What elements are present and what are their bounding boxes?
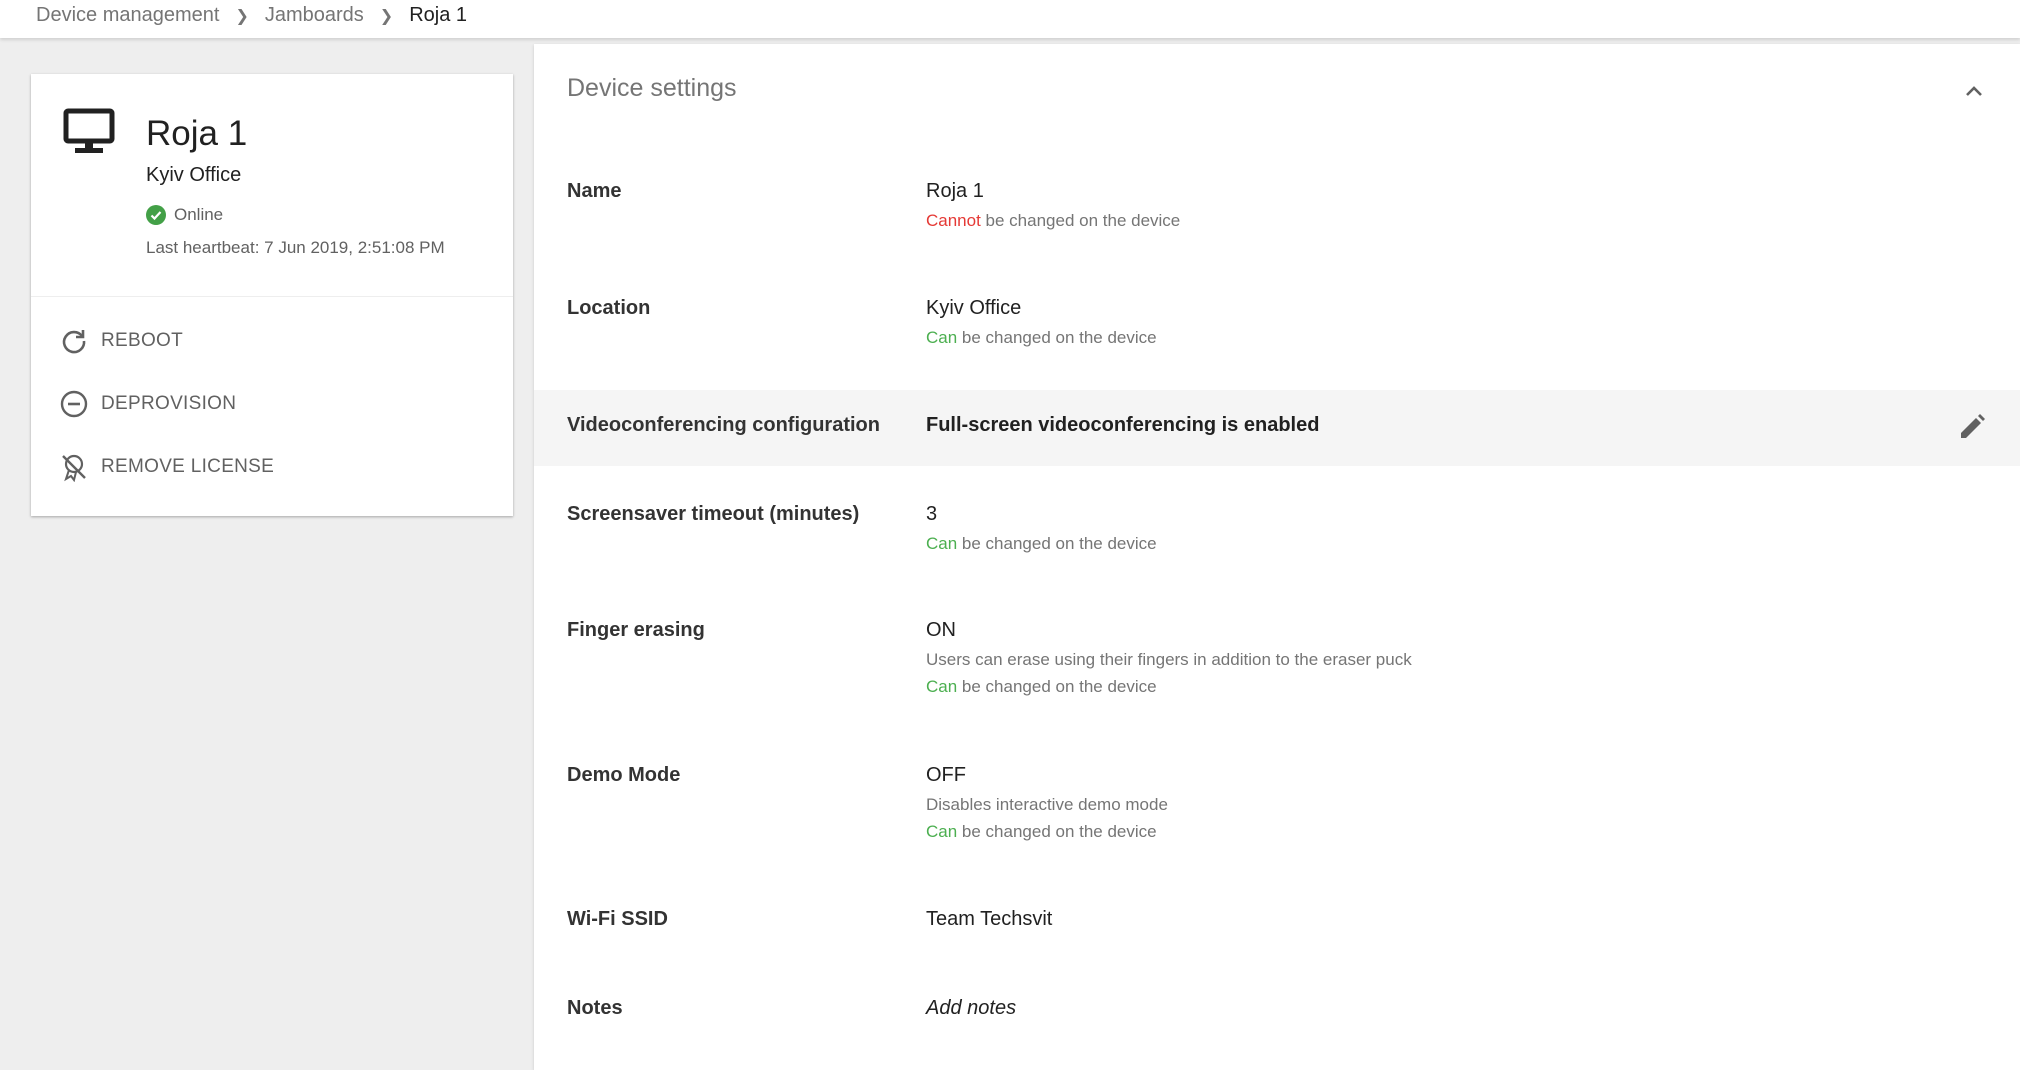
chevron-right-icon: ❯ [235, 7, 249, 25]
setting-label: Videoconferencing configuration [567, 414, 880, 436]
note-can: Can [926, 328, 958, 347]
setting-label: Screensaver timeout (minutes) [567, 503, 860, 525]
remove-license-label: REMOVE LICENSE [101, 456, 275, 477]
divider [31, 296, 513, 297]
breadcrumb-jamboards[interactable]: Jamboards [265, 4, 364, 27]
note-can: Can [926, 677, 958, 696]
breadcrumb-current: Roja 1 [409, 4, 467, 26]
reboot-label: REBOOT [101, 330, 184, 351]
note-rest: be changed on the device [957, 534, 1157, 553]
add-notes-link[interactable]: Add notes [926, 997, 1016, 1020]
chevron-right-icon: ❯ [379, 7, 394, 25]
setting-note: Can be changed on the device [926, 677, 1157, 697]
reboot-button[interactable]: REBOOT [59, 326, 183, 356]
status-row: Online [146, 205, 223, 225]
minus-circle-icon [60, 390, 88, 418]
setting-note: Cannot be changed on the device [926, 211, 1180, 231]
note-can: Can [926, 822, 958, 841]
device-card: Roja 1 Kyiv Office Online Last heartbeat… [31, 74, 513, 516]
refresh-icon [62, 330, 86, 354]
setting-value: Roja 1 [926, 180, 984, 202]
setting-label: Location [567, 297, 651, 319]
setting-label: Notes [567, 997, 623, 1019]
setting-label: Wi-Fi SSID [567, 908, 668, 930]
note-can: Can [926, 534, 958, 553]
pencil-icon[interactable] [1956, 411, 1988, 443]
note-rest: be changed on the device [957, 822, 1157, 841]
check-circle-icon [146, 205, 166, 225]
chevron-up-icon[interactable] [1959, 76, 1989, 106]
breadcrumb: Device management ❯ Jamboards ❯ Roja 1 [36, 4, 467, 27]
last-heartbeat: Last heartbeat: 7 Jun 2019, 2:51:08 PM [146, 238, 445, 257]
breadcrumb-device-management[interactable]: Device management [36, 4, 219, 27]
setting-description: Users can erase using their fingers in a… [926, 650, 1412, 669]
no-license-icon [62, 454, 86, 482]
panel-title: Device settings [567, 74, 737, 102]
note-rest: be changed on the device [957, 328, 1157, 347]
setting-note: Can be changed on the device [926, 534, 1157, 554]
device-settings-panel: Device settings Name Roja 1 Cannot be ch… [534, 44, 2020, 1070]
remove-license-button[interactable]: REMOVE LICENSE [59, 452, 274, 482]
setting-label: Demo Mode [567, 764, 681, 786]
note-cannot: Cannot [926, 211, 981, 230]
status-text: Online [174, 205, 224, 224]
deprovision-label: DEPROVISION [101, 393, 237, 414]
note-rest: be changed on the device [980, 211, 1181, 230]
setting-note: Can be changed on the device [926, 822, 1157, 842]
setting-value: 3 [926, 503, 938, 525]
setting-value: ON [926, 619, 956, 641]
device-location: Kyiv Office [146, 164, 242, 186]
setting-videoconferencing[interactable]: Videoconferencing configuration Full-scr… [534, 390, 2020, 466]
device-name: Roja 1 [146, 114, 248, 153]
deprovision-button[interactable]: DEPROVISION [59, 389, 236, 419]
setting-value: Team Techsvit [926, 908, 1053, 930]
top-bar: Device management ❯ Jamboards ❯ Roja 1 [0, 0, 2020, 38]
setting-label: Name [567, 180, 622, 202]
setting-note: Can be changed on the device [926, 328, 1157, 348]
setting-value: OFF [926, 764, 966, 786]
note-rest: be changed on the device [957, 677, 1157, 696]
setting-description: Disables interactive demo mode [926, 795, 1168, 814]
monitor-icon [63, 108, 115, 153]
setting-label: Finger erasing [567, 619, 705, 641]
setting-value: Full-screen videoconferencing is enabled [926, 414, 1320, 436]
setting-value: Kyiv Office [926, 297, 1022, 319]
